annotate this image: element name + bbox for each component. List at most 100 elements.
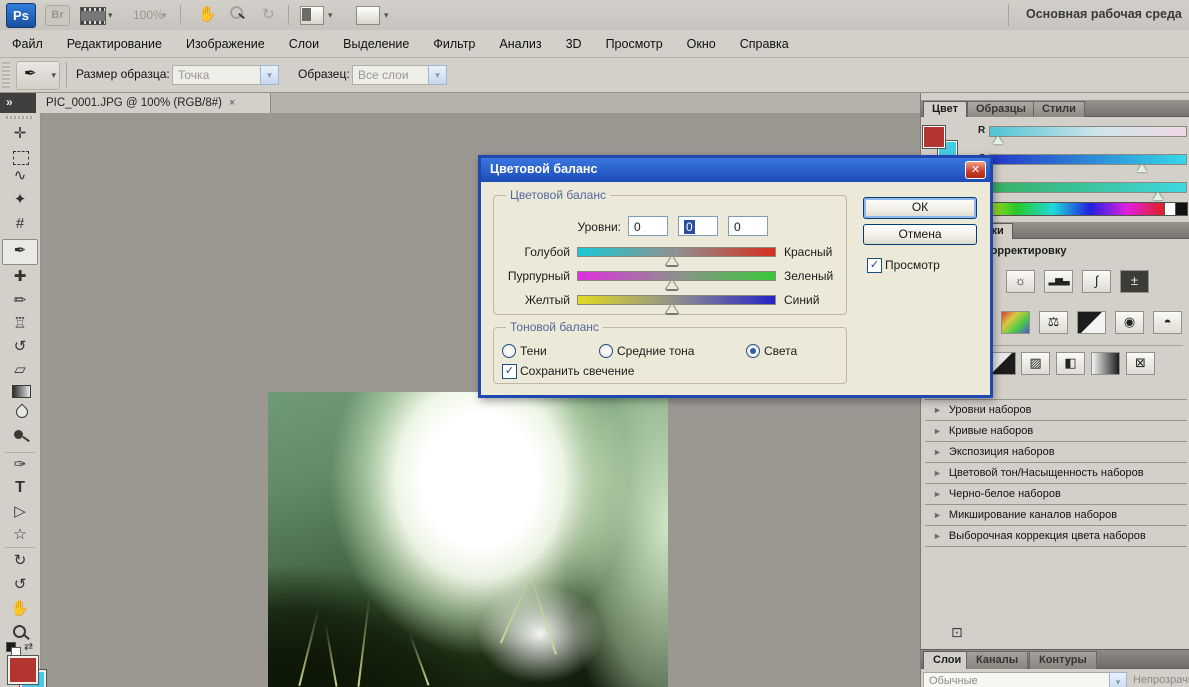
shadows-label[interactable]: Тени [520,344,547,358]
menu-edit[interactable]: Редактирование [55,37,174,51]
clone-stamp-tool[interactable]: ♖ [0,313,40,335]
blend-mode-arrow[interactable]: ▾ [1109,672,1127,687]
tab-color[interactable]: Цвет [923,101,967,117]
sample-size-select-arrow[interactable]: ▾ [260,65,279,85]
preserve-luminosity-checkbox[interactable]: ✓ [502,364,517,379]
hand-tool[interactable]: ✋ [0,598,40,620]
hue-saturation-icon[interactable] [1001,311,1030,334]
launch-bridge-button[interactable]: Br [45,5,70,26]
zoom-level-display[interactable]: 100% [133,8,164,22]
dialog-close-button[interactable]: ✕ [965,161,986,179]
document-tab[interactable]: PIC_0001.JPG @ 100% (RGB/8#)× [36,93,271,113]
preset-channel-mixer[interactable]: ►Микширование каналов наборов [925,504,1187,525]
menu-analysis[interactable]: Анализ [487,37,553,51]
green-slider-thumb[interactable] [1137,164,1147,172]
marquee-tool[interactable] [13,151,29,165]
posterize-icon[interactable]: ▨ [1021,352,1050,375]
path-selection-tool[interactable]: ▷ [0,501,40,523]
rotate-view-icon[interactable]: ↻ [262,5,275,23]
expand-arrow-icon[interactable]: ► [933,531,942,541]
menu-window[interactable]: Окно [675,37,728,51]
tab-paths[interactable]: Контуры [1029,651,1097,669]
menu-select[interactable]: Выделение [331,37,421,51]
panel-foreground-swatch[interactable] [923,126,945,148]
screen-mode-icon[interactable] [356,6,380,25]
cyan-red-thumb[interactable] [666,256,678,265]
exposure-icon[interactable]: ± [1120,270,1149,293]
tab-styles[interactable]: Стили [1033,101,1085,117]
current-tool-well[interactable]: ✒ ▾ [16,61,60,90]
midtones-radio[interactable] [599,344,613,358]
move-tool[interactable]: ✛ [0,123,40,145]
menu-filter[interactable]: Фильтр [421,37,487,51]
menu-view[interactable]: Просмотр [594,37,675,51]
levels-icon[interactable]: ▂▅▃ [1044,270,1073,293]
preset-selective-color[interactable]: ►Выборочная коррекция цвета наборов [925,525,1187,547]
preserve-luminosity-label[interactable]: Сохранить свечение [520,364,634,378]
cancel-button[interactable]: Отмена [863,224,977,245]
menu-help[interactable]: Справка [728,37,801,51]
expand-arrow-icon[interactable]: ► [933,468,942,478]
blur-tool[interactable] [14,404,31,421]
ok-button[interactable]: ОК [863,197,977,219]
selective-color-icon[interactable]: ⊠ [1126,352,1155,375]
preview-label[interactable]: Просмотр [885,258,940,272]
level-input-2[interactable]: 0 [678,216,718,236]
tab-layers[interactable]: Слои [923,651,971,669]
dodge-tool[interactable] [14,430,23,439]
highlights-label[interactable]: Света [764,344,797,358]
black-white-icon[interactable] [1077,311,1106,334]
blue-slider-thumb[interactable] [1153,192,1163,200]
arrange-dropdown-arrow[interactable]: ▾ [328,10,333,21]
tab-swatches[interactable]: Образцы [967,101,1035,117]
expand-arrow-icon[interactable]: ► [933,405,942,415]
dialog-titlebar[interactable]: Цветовой баланс [481,158,990,182]
extras-dropdown-arrow[interactable]: ▾ [108,10,113,21]
zoom-dropdown-arrow[interactable]: ▾ [162,10,167,21]
green-channel-slider[interactable] [989,154,1187,165]
gradient-tool[interactable] [12,385,31,398]
midtones-label[interactable]: Средние тона [617,344,694,358]
menu-3d[interactable]: 3D [554,37,594,51]
screenmode-dropdown-arrow[interactable]: ▾ [384,10,389,21]
crop-tool[interactable]: # [0,213,40,235]
preview-checkbox[interactable]: ✓ [867,258,882,273]
hand-tool-icon[interactable]: ✋ [198,5,217,23]
eraser-tool[interactable]: ▱ [0,359,40,381]
menu-file[interactable]: Файл [0,37,55,51]
tool-preset-arrow[interactable]: ▾ [51,70,56,81]
tab-close-icon[interactable]: × [229,97,235,109]
document-image[interactable] [268,392,668,687]
rotate-3d-tool[interactable]: ↻ [0,550,40,572]
expand-arrow-icon[interactable]: ► [933,447,942,457]
sample-size-select[interactable]: Точка [172,65,267,85]
expand-arrow-icon[interactable]: ► [933,489,942,499]
lasso-tool[interactable]: ∿ [0,165,40,187]
channel-mixer-icon[interactable]: ◓ [1153,311,1182,334]
eyedropper-tool[interactable]: ✒ [0,240,40,262]
type-tool[interactable]: T [0,477,40,499]
level-input-1[interactable]: 0 [628,216,668,236]
red-channel-slider[interactable] [989,126,1187,137]
preset-hue-saturation[interactable]: ►Цветовой тон/Насыщенность наборов [925,462,1187,483]
highlights-radio[interactable] [746,344,760,358]
workspace-selector[interactable]: Основная рабочая среда [1026,7,1182,21]
swap-colors-icon[interactable]: ⇄ [24,640,33,653]
zoom-tool[interactable] [13,625,26,638]
orbit-3d-tool[interactable]: ↺ [0,574,40,596]
photo-filter-icon[interactable]: ◉ [1115,311,1144,334]
shadows-radio[interactable] [502,344,516,358]
gradient-map-icon[interactable] [1091,352,1120,375]
quick-selection-tool[interactable]: ✦ [0,189,40,211]
custom-shape-tool[interactable]: ☆ [0,524,40,546]
menu-image[interactable]: Изображение [174,37,277,51]
sample-select[interactable]: Все слои [352,65,435,85]
level-input-3[interactable]: 0 [728,216,768,236]
arrange-documents-icon[interactable] [300,6,324,25]
preset-curves[interactable]: ►Кривые наборов [925,420,1187,441]
sample-select-arrow[interactable]: ▾ [428,65,447,85]
red-slider-thumb[interactable] [993,136,1003,144]
expand-arrow-icon[interactable]: ► [933,510,942,520]
tools-grip[interactable] [6,116,34,119]
menu-layers[interactable]: Слои [277,37,331,51]
